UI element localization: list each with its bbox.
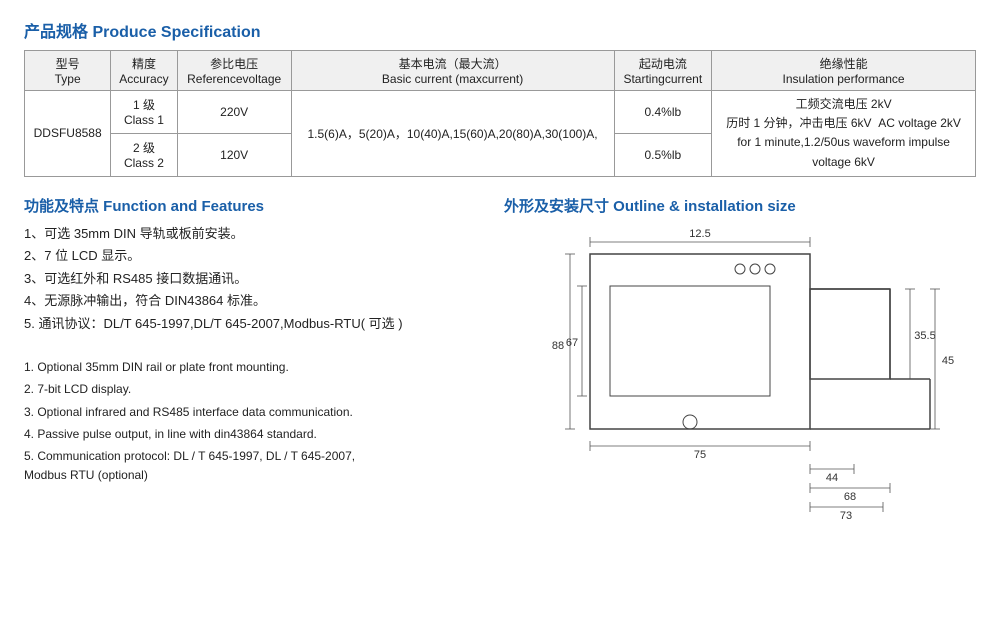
spec-table: 型号Type 精度Accuracy 参比电压Referencevoltage 基… bbox=[24, 50, 976, 177]
cell-insulation: 工频交流电压 2kV 历时 1 分钟，冲击电压 6kV AC voltage 2… bbox=[712, 91, 976, 177]
outline-column: 外形及安装尺寸 Outline & installation size bbox=[504, 195, 976, 534]
cell-type: DDSFU8588 bbox=[25, 91, 111, 177]
feature-cn-5: 5. 通讯协议：DL/T 645-1997,DL/T 645-2007,Modb… bbox=[24, 314, 484, 334]
outline-title: 外形及安装尺寸 Outline & installation size bbox=[504, 195, 976, 216]
col-basecurrent: 基本电流（最大流）Basic current (maxcurrent) bbox=[291, 51, 614, 91]
cell-starting-1: 0.4%lb bbox=[614, 91, 712, 134]
col-refvoltage: 参比电压Referencevoltage bbox=[177, 51, 291, 91]
col-insulation: 绝缘性能Insulation performance bbox=[712, 51, 976, 91]
features-list-en: 1. Optional 35mm DIN rail or plate front… bbox=[24, 358, 484, 485]
feature-en-2: 2. 7-bit LCD display. bbox=[24, 380, 484, 399]
page: 产品规格 Produce Specification 型号Type 精度Accu… bbox=[0, 0, 1000, 630]
svg-text:44: 44 bbox=[826, 472, 838, 484]
svg-text:75: 75 bbox=[694, 449, 706, 461]
feature-cn-1: 1、可选 35mm DIN 导轨或板前安装。 bbox=[24, 224, 484, 244]
svg-text:67: 67 bbox=[566, 337, 578, 349]
features-title: 功能及特点 Function and Features bbox=[24, 195, 484, 216]
feature-en-4: 4. Passive pulse output, in line with di… bbox=[24, 425, 484, 444]
col-accuracy: 精度Accuracy bbox=[111, 51, 177, 91]
feature-cn-3: 3、可选红外和 RS485 接口数据通讯。 bbox=[24, 269, 484, 289]
col-startcurrent: 起动电流Startingcurrent bbox=[614, 51, 712, 91]
feature-cn-2: 2、7 位 LCD 显示。 bbox=[24, 246, 484, 266]
svg-text:73: 73 bbox=[840, 510, 852, 522]
diagram-container: 88 67 75 12.5 bbox=[504, 224, 976, 534]
feature-cn-4: 4、无源脉冲输出，符合 DIN43864 标准。 bbox=[24, 291, 484, 311]
cell-accuracy-1: 1 级Class 1 bbox=[111, 91, 177, 134]
col-type: 型号Type bbox=[25, 51, 111, 91]
cell-current: 1.5(6)A，5(20)A，10(40)A,15(60)A,20(80)A,3… bbox=[291, 91, 614, 177]
svg-text:12.5: 12.5 bbox=[689, 228, 710, 240]
cell-accuracy-2: 2 级Class 2 bbox=[111, 133, 177, 176]
outline-diagram: 88 67 75 12.5 bbox=[504, 224, 976, 534]
svg-text:68: 68 bbox=[844, 491, 856, 503]
features-column: 功能及特点 Function and Features 1、可选 35mm DI… bbox=[24, 195, 484, 534]
features-list-cn: 1、可选 35mm DIN 导轨或板前安装。 2、7 位 LCD 显示。 3、可… bbox=[24, 224, 484, 334]
bottom-section: 功能及特点 Function and Features 1、可选 35mm DI… bbox=[24, 195, 976, 534]
feature-en-5: 5. Communication protocol: DL / T 645-19… bbox=[24, 447, 484, 485]
svg-text:35.5: 35.5 bbox=[914, 330, 935, 342]
cell-starting-2: 0.5%lb bbox=[614, 133, 712, 176]
cell-voltage-1: 220V bbox=[177, 91, 291, 134]
spec-section-title: 产品规格 Produce Specification bbox=[24, 18, 976, 42]
feature-en-1: 1. Optional 35mm DIN rail or plate front… bbox=[24, 358, 484, 377]
svg-text:45: 45 bbox=[942, 355, 954, 367]
cell-voltage-2: 120V bbox=[177, 133, 291, 176]
svg-text:88: 88 bbox=[552, 340, 564, 352]
feature-en-3: 3. Optional infrared and RS485 interface… bbox=[24, 403, 484, 422]
